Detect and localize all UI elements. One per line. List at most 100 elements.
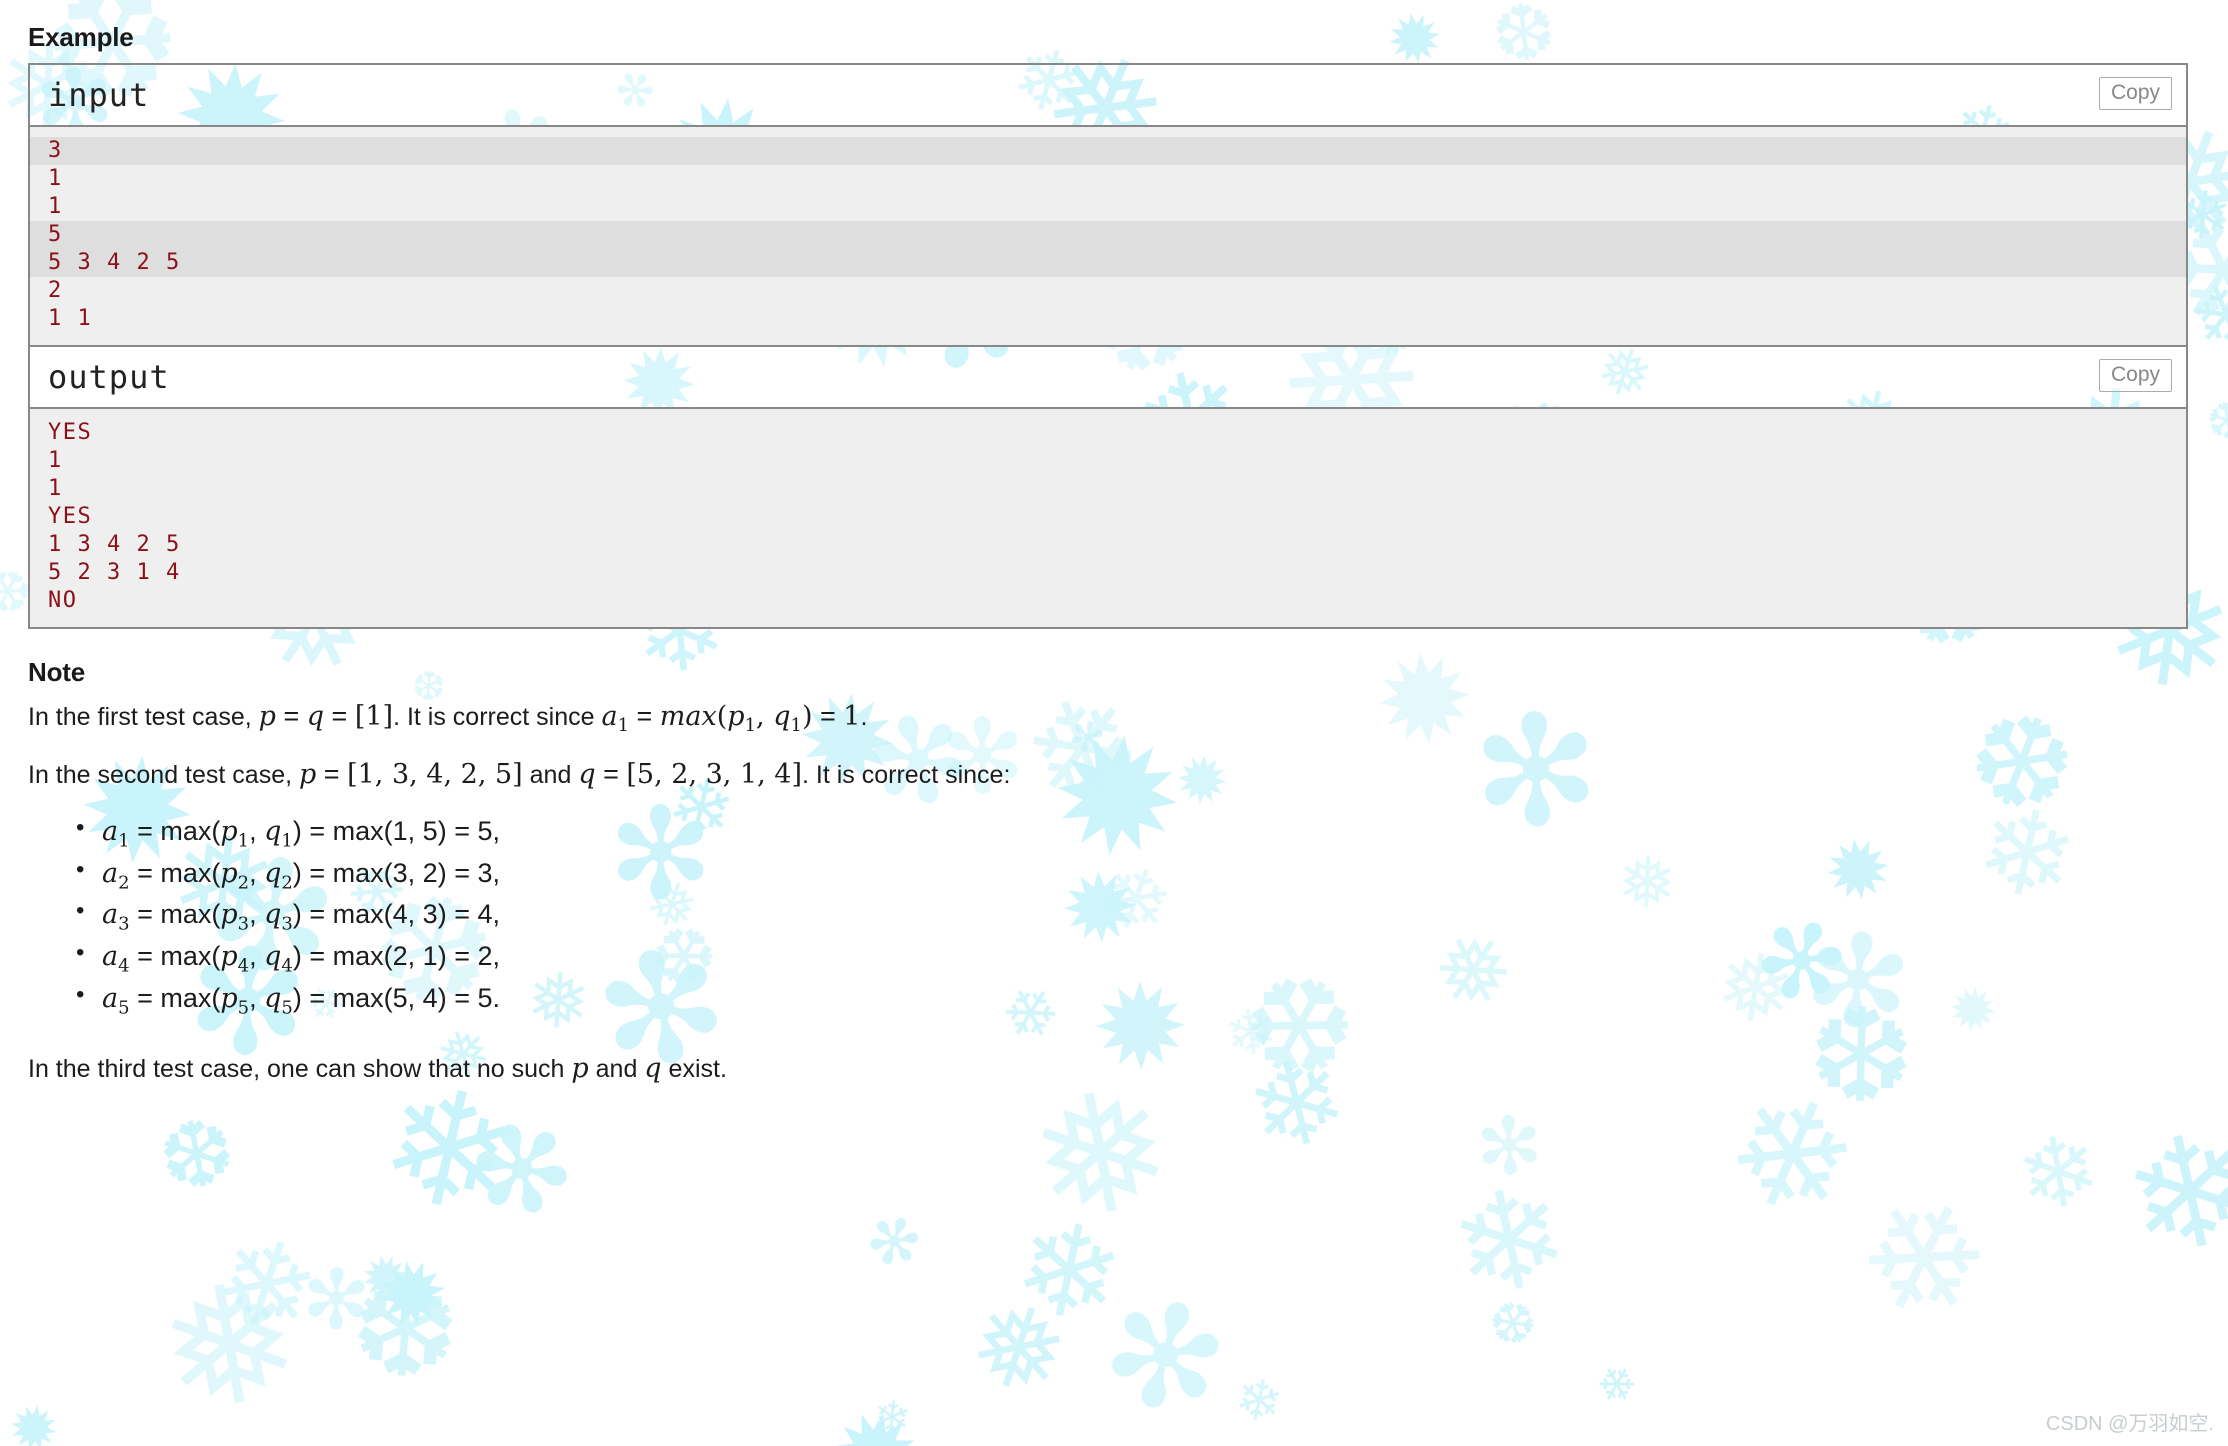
bullet-token-args: (5, 4) <box>383 982 447 1013</box>
note1-eq1: = <box>275 701 307 731</box>
problem-statement-page: Example input Copy 31155 3 4 2 521 1 out… <box>0 0 2228 1087</box>
bullet-token-a: a <box>102 941 119 973</box>
input-pad-top <box>30 127 2186 137</box>
bullet-token-result: 5 <box>477 982 493 1013</box>
sample-line: YES <box>48 420 93 445</box>
bullet-token-result: 5 <box>477 815 493 846</box>
sample-line: 1 <box>48 476 63 501</box>
note1-p: p <box>258 701 276 732</box>
bullet-token-p_sub: 2 <box>237 871 250 893</box>
sample-line: 5 2 3 1 4 <box>48 560 181 585</box>
sample-line: 1 <box>48 166 63 191</box>
note1-period: . <box>860 703 868 731</box>
bullet-token-q: q <box>264 857 282 889</box>
bullet-token-eq1: = <box>129 982 161 1013</box>
bullet-token-maxfn: max <box>160 899 212 930</box>
bullet-token-maxfn: max <box>160 982 212 1013</box>
sample-line: 5 <box>48 222 63 247</box>
snowflake-icon: ✻ <box>1452 1093 1564 1198</box>
bullet-token-eq2: = <box>301 899 333 930</box>
bullet-token-args: (2, 1) <box>383 941 447 972</box>
sample-line: 5 3 4 2 5 <box>48 250 181 275</box>
note1-a-sub: 1 <box>617 715 630 736</box>
note3-q: q <box>644 1052 662 1084</box>
snowflake-icon: ❄ <box>1988 1106 2125 1240</box>
test-case-group: 3 <box>30 137 2186 165</box>
input-lines: 31155 3 4 2 521 1 <box>30 137 2186 333</box>
snowflake-icon: ✻ <box>1069 1278 1254 1433</box>
bullet-token-open: ( <box>211 857 221 888</box>
note1-q: q <box>306 701 325 732</box>
note1-p2: p <box>727 701 745 732</box>
note1-eq4: = <box>812 701 844 731</box>
note1-max: max <box>659 701 717 732</box>
bullet-token-eq2: = <box>301 941 333 972</box>
bullet-token-args: (4, 3) <box>383 899 447 930</box>
note2-q-value: [5, 2, 3, 1, 4] <box>626 759 803 791</box>
bullet-token-eq2: = <box>301 815 333 846</box>
bullet-token-eq1: = <box>129 941 161 972</box>
bullet-token-eq1: = <box>129 899 161 930</box>
note2-tail: . It is correct since: <box>802 761 1011 790</box>
bullet-token-maxfn: max <box>160 815 212 846</box>
bullet-token-q_sub: 5 <box>281 997 293 1019</box>
bullet-token-maxfn2: max <box>332 815 384 846</box>
snowflake-icon: ❄ <box>2080 1087 2228 1299</box>
snowflake-icon: ❄ <box>1700 1053 1883 1258</box>
snowflake-icon: ✻ <box>277 1246 392 1352</box>
test-case-group: 5 5 3 4 2 5 <box>30 221 2186 277</box>
note3-p: p <box>571 1052 589 1084</box>
snowflake-icon: ❄ <box>341 1059 551 1239</box>
output-pad-top <box>30 409 2186 419</box>
test-case-group: 21 1 <box>30 277 2186 333</box>
bullet-token-maxfn: max <box>160 857 212 888</box>
bullet-token-result: 3 <box>477 857 493 888</box>
bullet-token-close: ) <box>292 941 302 972</box>
note2-q: q <box>578 759 596 791</box>
bullet-token-maxfn2: max <box>332 899 384 930</box>
bullet-token-p_sub: 3 <box>237 913 250 935</box>
bullet-token-eq2: = <box>301 982 333 1013</box>
note-heading: Note <box>28 657 85 687</box>
note-paragraph-third: In the third test case, one can show tha… <box>28 1051 2200 1087</box>
bullet-token-result: 2 <box>477 941 493 972</box>
note1-bracket: [1] <box>354 701 394 732</box>
note3-tail: exist. <box>661 1054 727 1083</box>
output-lines: YES 1 1 YES 1 3 4 2 5 5 2 3 1 4 NO <box>30 419 2186 615</box>
snowflake-icon: ❆ <box>131 1092 259 1218</box>
sample-output-body[interactable]: YES 1 1 YES 1 3 4 2 5 5 2 3 1 4 NO <box>30 409 2186 627</box>
test-case-group: YES 1 1 YES 1 3 4 2 5 5 2 3 1 4 NO <box>30 419 2186 615</box>
input-pad-bottom <box>30 333 2186 345</box>
bullet-token-eq3: = <box>446 857 478 888</box>
sample-line: 1 <box>48 448 63 473</box>
csdn-watermark: CSDN @万羽如空. <box>2045 1413 2214 1435</box>
note2-and: and <box>522 761 579 790</box>
bullet-token-maxfn: max <box>160 941 212 972</box>
copy-input-button[interactable]: Copy <box>2098 77 2172 110</box>
copy-output-button[interactable]: Copy <box>2098 359 2172 392</box>
sample-input-body[interactable]: 31155 3 4 2 521 1 <box>30 127 2186 347</box>
sample-tests-container: input Copy 31155 3 4 2 521 1 output Copy… <box>28 63 2188 629</box>
bullet-token-eq2: = <box>301 857 333 888</box>
snowflake-icon: ❅ <box>946 1287 1089 1406</box>
bullet-token-q: q <box>264 982 282 1014</box>
snowflake-icon: ✻ <box>437 1085 604 1255</box>
bullet-token-end: , <box>492 941 501 972</box>
snowflake-icon: ❅ <box>112 1233 341 1446</box>
note3-and: and <box>588 1054 645 1083</box>
bullet-token-a: a <box>102 815 119 847</box>
bullet-token-end: , <box>492 857 501 888</box>
note-bullet-item: a2 = max(p2, q2) = max(3, 2) = 3, <box>76 853 2200 896</box>
bullet-token-eq1: = <box>129 857 161 888</box>
bullet-token-close: ) <box>292 982 302 1013</box>
note-bullet-item: a1 = max(p1, q1) = max(1, 5) = 5, <box>76 811 2200 854</box>
bullet-token-result: 4 <box>477 899 493 930</box>
sample-line: NO <box>48 588 78 613</box>
snowflake-icon: ✹ <box>342 1237 426 1320</box>
bullet-token-p_sub: 5 <box>237 997 250 1019</box>
note2-eq1: = <box>316 759 348 790</box>
bullet-token-a_sub: 1 <box>118 830 130 852</box>
bullet-token-q: q <box>264 815 282 847</box>
bullet-token-close: ) <box>292 857 302 888</box>
note1-a: a <box>601 701 618 732</box>
